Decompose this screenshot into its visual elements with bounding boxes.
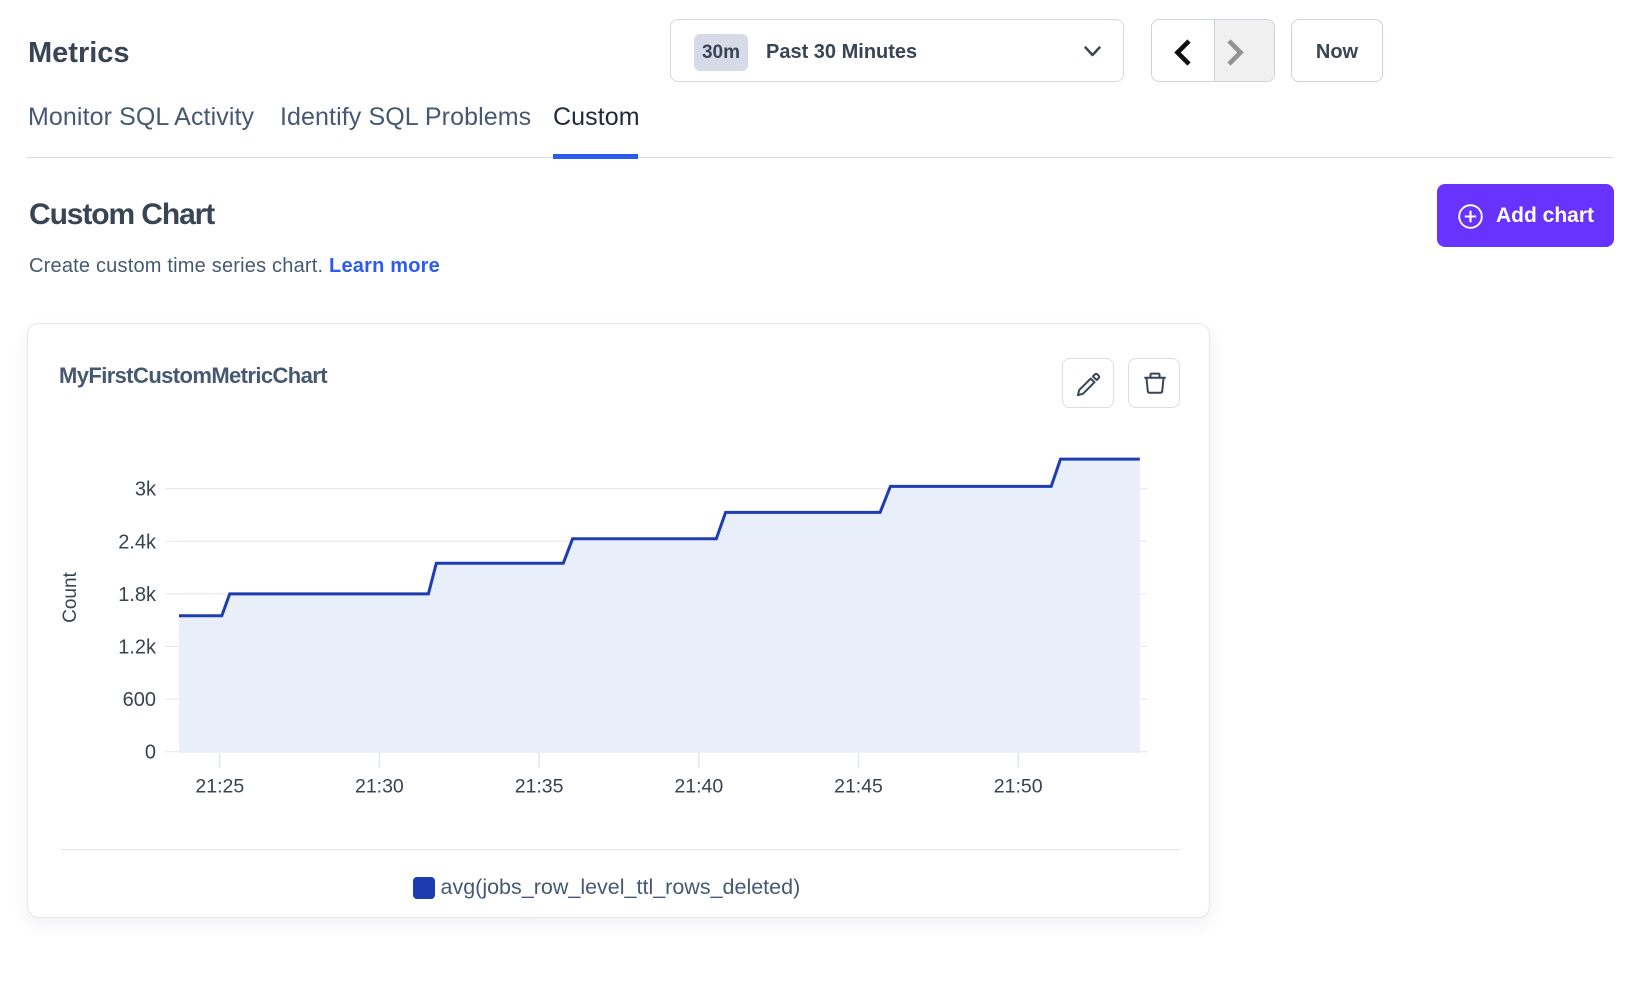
svg-text:21:35: 21:35: [515, 776, 564, 798]
svg-text:1.2k: 1.2k: [118, 637, 157, 659]
svg-text:0: 0: [145, 742, 156, 764]
svg-text:Count: Count: [60, 571, 81, 622]
svg-text:21:50: 21:50: [994, 776, 1043, 798]
svg-text:21:30: 21:30: [355, 776, 404, 798]
svg-text:21:40: 21:40: [674, 776, 723, 798]
svg-text:avg(jobs_row_level_ttl_rows_de: avg(jobs_row_level_ttl_rows_deleted): [441, 875, 801, 899]
svg-text:3k: 3k: [135, 479, 157, 501]
svg-text:21:45: 21:45: [834, 776, 883, 798]
svg-text:2.4k: 2.4k: [118, 531, 157, 553]
svg-text:1.8k: 1.8k: [118, 584, 157, 606]
svg-text:21:25: 21:25: [195, 776, 244, 798]
svg-text:600: 600: [123, 689, 156, 711]
